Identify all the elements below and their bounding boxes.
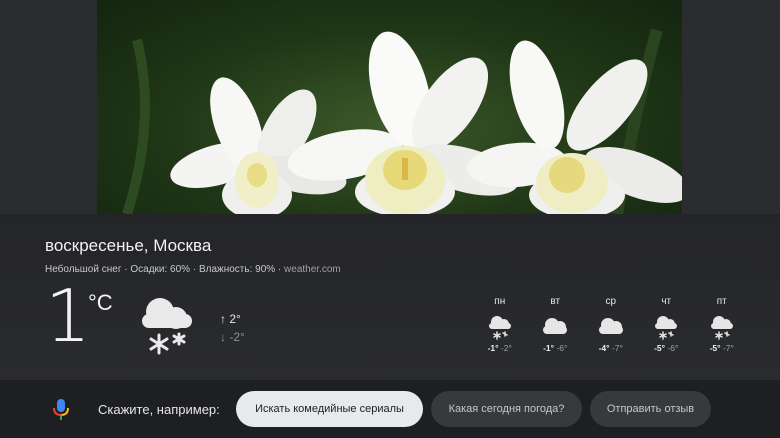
forecast-min: -6°: [667, 343, 679, 353]
cloud-icon: [598, 318, 623, 334]
temperature-unit: °C: [88, 290, 113, 315]
forecast-day-name: чт: [661, 296, 672, 307]
suggestion-chip-weather[interactable]: Какая сегодня погода?: [431, 391, 582, 427]
forecast-temps: -4° -7°: [583, 343, 639, 353]
forecast-max: -5°: [654, 343, 666, 353]
cloud-snow-icon: [142, 298, 192, 355]
forecast-max: -4°: [598, 343, 610, 353]
forecast-day: пт -5° -7°: [694, 296, 750, 353]
current-temperature: 1: [45, 274, 91, 358]
forecast-day-name: ср: [605, 296, 617, 307]
forecast-day-name: пт: [716, 296, 727, 307]
forecast-min: -6°: [556, 343, 568, 353]
cloud-snow-icon: [655, 316, 678, 340]
forecast-day: пн -1° -2°: [472, 296, 528, 353]
forecast-max: -1°: [543, 343, 555, 353]
high-low-temps: ↑ 2° ↓ -2°: [220, 310, 245, 346]
forecast-temps: -1° -2°: [472, 343, 528, 353]
forecast-min: -2°: [500, 343, 512, 353]
forecast-day-name: вт: [550, 296, 561, 307]
microphone-icon[interactable]: [52, 398, 70, 422]
forecast-temps: -1° -6°: [528, 343, 584, 353]
weather-panel: воскресенье, Москва Небольшой снег · Оса…: [0, 214, 780, 380]
cloud-snow-icon: [488, 316, 511, 340]
weather-source: weather.com: [284, 264, 341, 275]
suggestion-chip-comedy-series[interactable]: Искать комедийные сериалы: [236, 391, 423, 427]
high-temp: ↑ 2°: [220, 312, 241, 326]
cloud-snow-icon: [710, 316, 733, 340]
forecast-max: -1°: [487, 343, 499, 353]
forecast-temps: -5° -7°: [694, 343, 750, 353]
assistant-bar: Скажите, например: Искать комедийные сер…: [0, 380, 780, 438]
cloud-icon: [543, 318, 568, 334]
forecast-day: ср -4° -7°: [583, 296, 639, 353]
forecast-day-name: пн: [494, 296, 506, 307]
weather-title: воскресенье, Москва: [45, 236, 212, 255]
forecast-list: пн -1° -2° вт -1° -6° ср -4° -7° чт -5° …: [472, 296, 750, 353]
suggestion-chip-feedback[interactable]: Отправить отзыв: [590, 391, 711, 427]
daffodil-photo: [97, 0, 682, 214]
forecast-min: -7°: [722, 343, 734, 353]
assistant-prompt: Скажите, например:: [98, 402, 220, 417]
low-temp: ↓ -2°: [220, 330, 245, 344]
forecast-min: -7°: [611, 343, 623, 353]
forecast-max: -5°: [709, 343, 721, 353]
forecast-temps: -5° -6°: [639, 343, 695, 353]
forecast-day: вт -1° -6°: [528, 296, 584, 353]
forecast-day: чт -5° -6°: [639, 296, 695, 353]
